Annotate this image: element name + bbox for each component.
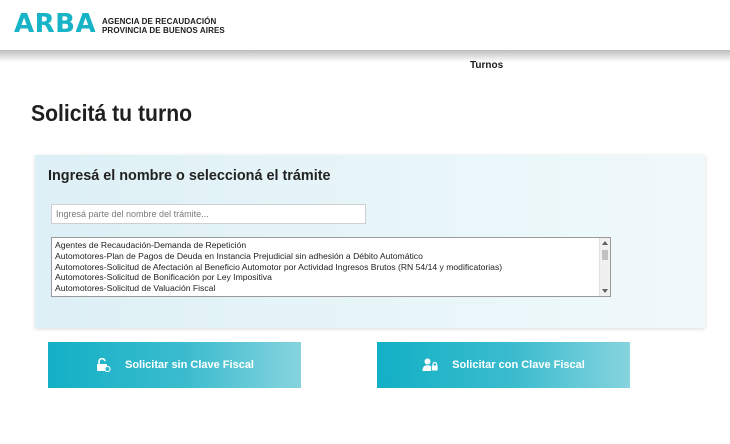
solicitar-con-clave-button[interactable]: Solicitar con Clave Fiscal bbox=[377, 342, 630, 388]
solicitar-sin-clave-button[interactable]: Solicitar sin Clave Fiscal bbox=[48, 342, 301, 388]
arba-logo[interactable]: ARBA bbox=[14, 9, 96, 39]
tramite-option[interactable]: Automotores-Solicitud de Afectación al B… bbox=[55, 262, 595, 273]
header-shadow bbox=[0, 50, 730, 62]
tramite-select-list[interactable]: Agentes de Recaudación-Demanda de Repeti… bbox=[51, 237, 611, 297]
tramite-option[interactable]: Agentes de Recaudación-Demanda de Repeti… bbox=[55, 240, 595, 251]
solicitar-con-clave-label: Solicitar con Clave Fiscal bbox=[452, 359, 585, 371]
tramite-option[interactable]: Automotores-Plan de Pagos de Deuda en In… bbox=[55, 251, 595, 262]
agency-name: AGENCIA DE RECAUDACIÓN PROVINCIA DE BUEN… bbox=[102, 17, 225, 35]
list-scrollbar[interactable] bbox=[599, 238, 610, 296]
tramite-option[interactable]: Automotores-Solicitud de Bonificación po… bbox=[55, 272, 595, 283]
tramite-panel: Ingresá el nombre o seleccioná el trámit… bbox=[35, 155, 705, 328]
scroll-up-icon[interactable] bbox=[602, 241, 608, 245]
scroll-down-icon[interactable] bbox=[602, 289, 608, 293]
panel-title: Ingresá el nombre o seleccioná el trámit… bbox=[48, 167, 331, 184]
page-title: Solicitá tu turno bbox=[31, 100, 193, 126]
unlock-icon bbox=[95, 357, 111, 373]
solicitar-sin-clave-label: Solicitar sin Clave Fiscal bbox=[124, 359, 254, 371]
tramite-search-input[interactable] bbox=[51, 204, 366, 224]
header: ARBA AGENCIA DE RECAUDACIÓN PROVINCIA DE… bbox=[0, 0, 730, 50]
tramite-option[interactable]: Automotores-Solicitud de Valuación Fisca… bbox=[55, 283, 595, 294]
user-lock-icon bbox=[422, 358, 438, 372]
nav-turnos-link[interactable]: Turnos bbox=[470, 60, 503, 71]
agency-line-1: AGENCIA DE RECAUDACIÓN bbox=[102, 17, 217, 26]
scroll-thumb[interactable] bbox=[602, 250, 608, 260]
agency-line-2: PROVINCIA DE BUENOS AIRES bbox=[102, 26, 225, 35]
tramite-options: Agentes de Recaudación-Demanda de Repeti… bbox=[55, 240, 595, 294]
